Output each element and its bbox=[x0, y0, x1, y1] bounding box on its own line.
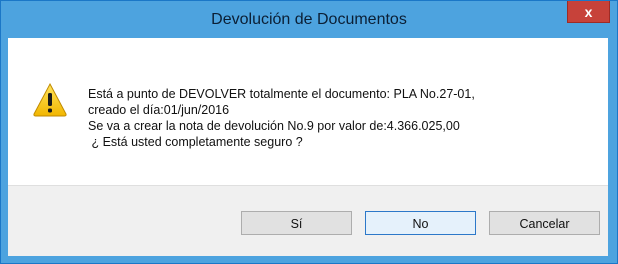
no-button[interactable]: No bbox=[365, 211, 476, 235]
close-icon: x bbox=[584, 4, 593, 20]
message-line-2: creado el día:01/jun/2016 bbox=[88, 103, 230, 117]
message-line-4: ¿ Está usted completamente seguro ? bbox=[88, 135, 303, 149]
message-line-1: Está a punto de DEVOLVER totalmente el d… bbox=[88, 87, 475, 101]
dialog-content: Está a punto de DEVOLVER totalmente el d… bbox=[8, 38, 608, 185]
title-bar[interactable]: Devolución de Documentos x bbox=[1, 1, 617, 39]
button-bar: Sí No Cancelar bbox=[8, 185, 608, 256]
close-button[interactable]: x bbox=[567, 1, 610, 23]
dialog-title: Devolución de Documentos bbox=[211, 11, 407, 28]
message-line-3: Se va a crear la nota de devolución No.9… bbox=[88, 119, 460, 133]
cancel-button[interactable]: Cancelar bbox=[489, 211, 600, 235]
yes-button[interactable]: Sí bbox=[241, 211, 352, 235]
warning-icon bbox=[33, 82, 67, 117]
message-text: Está a punto de DEVOLVER totalmente el d… bbox=[88, 86, 475, 150]
